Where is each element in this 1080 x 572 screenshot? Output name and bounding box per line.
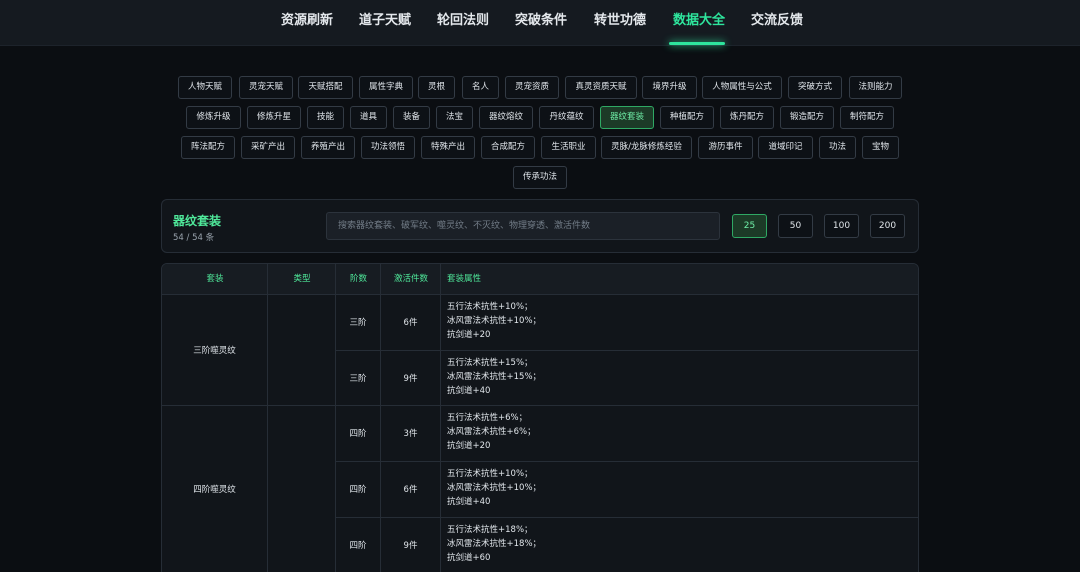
attribute-line: 五行法术抗性+6%；	[447, 413, 528, 423]
attribute-line: 五行法术抗性+10%；	[447, 469, 533, 479]
nav-reincarnation-law[interactable]: 轮回法则	[437, 0, 489, 46]
chip-category[interactable]: 器纹熔纹	[479, 106, 533, 129]
pieces-cell: 3件	[403, 429, 418, 439]
section-title: 器纹套装	[173, 214, 222, 228]
header-divider	[162, 294, 918, 295]
attribute-line: 冰风雷法术抗性+18%；	[447, 539, 542, 549]
tier-cell: 四阶	[349, 429, 367, 439]
chip-category[interactable]: 灵脉/龙脉修炼经验	[601, 136, 692, 159]
nav-active-indicator	[669, 42, 725, 45]
chip-category[interactable]: 真灵资质天赋	[565, 76, 637, 99]
page-size-25-button[interactable]: 25	[732, 214, 767, 238]
page-size-200-button[interactable]: 200	[870, 214, 905, 238]
chip-category[interactable]: 传承功法	[513, 166, 567, 189]
column-header-tier[interactable]: 阶数	[336, 264, 381, 294]
chip-category[interactable]: 技能	[307, 106, 344, 129]
chip-category[interactable]: 养殖产出	[301, 136, 355, 159]
chip-category[interactable]: 属性字典	[359, 76, 413, 99]
column-header-attributes[interactable]: 套装属性	[441, 264, 918, 294]
attribute-line: 抗剑道+60	[447, 553, 491, 563]
chip-category[interactable]: 阵法配方	[181, 136, 235, 159]
attribute-line: 冰风雷法术抗性+15%；	[447, 372, 542, 382]
tier-cell: 四阶	[349, 485, 367, 495]
column-divider	[267, 264, 268, 572]
chip-category[interactable]: 灵宠资质	[505, 76, 559, 99]
chip-category[interactable]: 道域印记	[758, 136, 813, 159]
attribute-line: 冰风雷法术抗性+10%；	[447, 483, 542, 493]
record-count: 54 / 54 条	[173, 233, 215, 243]
nav-data-encyclopedia[interactable]: 数据大全	[673, 0, 725, 46]
chip-category[interactable]: 炼丹配方	[720, 106, 774, 129]
attribute-line: 五行法术抗性+18%；	[447, 525, 533, 535]
nav-breakthrough[interactable]: 突破条件	[515, 0, 567, 46]
attribute-line: 抗剑道+20	[447, 441, 491, 451]
column-divider	[335, 264, 336, 572]
suit-name: 四阶噬灵纹	[193, 485, 236, 495]
chip-category[interactable]: 生活职业	[541, 136, 596, 159]
tier-cell: 三阶	[349, 318, 367, 328]
chip-category[interactable]: 功法	[819, 136, 856, 159]
chip-category[interactable]: 法宝	[436, 106, 473, 129]
row-divider	[335, 350, 918, 351]
chip-category[interactable]: 制符配方	[840, 106, 894, 129]
pieces-cell: 9件	[403, 541, 418, 551]
chip-category[interactable]: 天赋搭配	[298, 76, 353, 99]
chip-category[interactable]: 名人	[462, 76, 499, 99]
chip-category[interactable]: 采矿产出	[241, 136, 295, 159]
chip-category[interactable]: 合成配方	[481, 136, 535, 159]
attribute-line: 冰风雷法术抗性+10%；	[447, 316, 542, 326]
column-divider	[380, 264, 381, 572]
chip-category[interactable]: 宝物	[862, 136, 899, 159]
page-size-50-button[interactable]: 50	[778, 214, 813, 238]
pieces-cell: 9件	[403, 374, 418, 384]
attribute-line: 五行法术抗性+15%；	[447, 358, 533, 368]
nav-rebirth-merit[interactable]: 转世功德	[594, 0, 646, 46]
chip-category[interactable]: 修炼升级	[186, 106, 241, 129]
tier-cell: 三阶	[349, 374, 367, 384]
chip-category[interactable]: 境界升级	[642, 76, 697, 99]
nav-resource-refresh[interactable]: 资源刷新	[281, 0, 333, 46]
nav-feedback[interactable]: 交流反馈	[751, 0, 803, 46]
tier-cell: 四阶	[349, 541, 367, 551]
search-input[interactable]	[326, 212, 720, 240]
top-nav: 资源刷新 道子天赋 轮回法则 突破条件 转世功德 数据大全 交流反馈	[0, 0, 1080, 46]
chip-category[interactable]: 丹纹蕴纹	[539, 106, 594, 129]
chip-category[interactable]: 功法领悟	[361, 136, 415, 159]
pieces-cell: 6件	[403, 485, 418, 495]
chip-category[interactable]: 特殊产出	[421, 136, 475, 159]
row-divider	[335, 461, 918, 462]
chip-category[interactable]: 游历事件	[698, 136, 753, 159]
chip-category[interactable]: 道具	[350, 106, 387, 129]
chip-category[interactable]: 人物属性与公式	[702, 76, 782, 99]
chip-category[interactable]: 种植配方	[660, 106, 714, 129]
attribute-line: 冰风雷法术抗性+6%；	[447, 427, 536, 437]
page-size-100-button[interactable]: 100	[824, 214, 859, 238]
attribute-line: 五行法术抗性+10%；	[447, 302, 533, 312]
chip-category[interactable]: 装备	[393, 106, 430, 129]
chip-category[interactable]: 人物天赋	[178, 76, 232, 99]
chip-category[interactable]: 突破方式	[788, 76, 842, 99]
chip-category[interactable]: 灵根	[418, 76, 455, 99]
chip-category[interactable]: 锻造配方	[780, 106, 834, 129]
chip-category[interactable]: 修炼升星	[247, 106, 301, 129]
attribute-line: 抗剑道+40	[447, 497, 491, 507]
chip-category[interactable]: 法则能力	[849, 76, 902, 99]
chip-category[interactable]: 灵宠天赋	[239, 76, 293, 99]
chip-category-active[interactable]: 器纹套装	[600, 106, 654, 129]
column-divider	[440, 264, 441, 572]
attribute-line: 抗剑道+20	[447, 330, 491, 340]
data-table: 套装 类型 阶数 激活件数 套装属性 三阶噬灵纹 三阶 6件 五行法术抗性+10…	[161, 263, 919, 572]
column-header-suit[interactable]: 套装	[162, 264, 268, 294]
nav-daozi-talent[interactable]: 道子天赋	[359, 0, 411, 46]
group-divider	[162, 405, 918, 406]
pieces-cell: 6件	[403, 318, 418, 328]
filter-panel: 器纹套装 54 / 54 条 25 50 100 200	[161, 199, 919, 253]
column-header-type[interactable]: 类型	[268, 264, 336, 294]
suit-name: 三阶噬灵纹	[193, 346, 236, 356]
attribute-line: 抗剑道+40	[447, 386, 491, 396]
column-header-pieces[interactable]: 激活件数	[381, 264, 441, 294]
row-divider	[335, 517, 918, 518]
